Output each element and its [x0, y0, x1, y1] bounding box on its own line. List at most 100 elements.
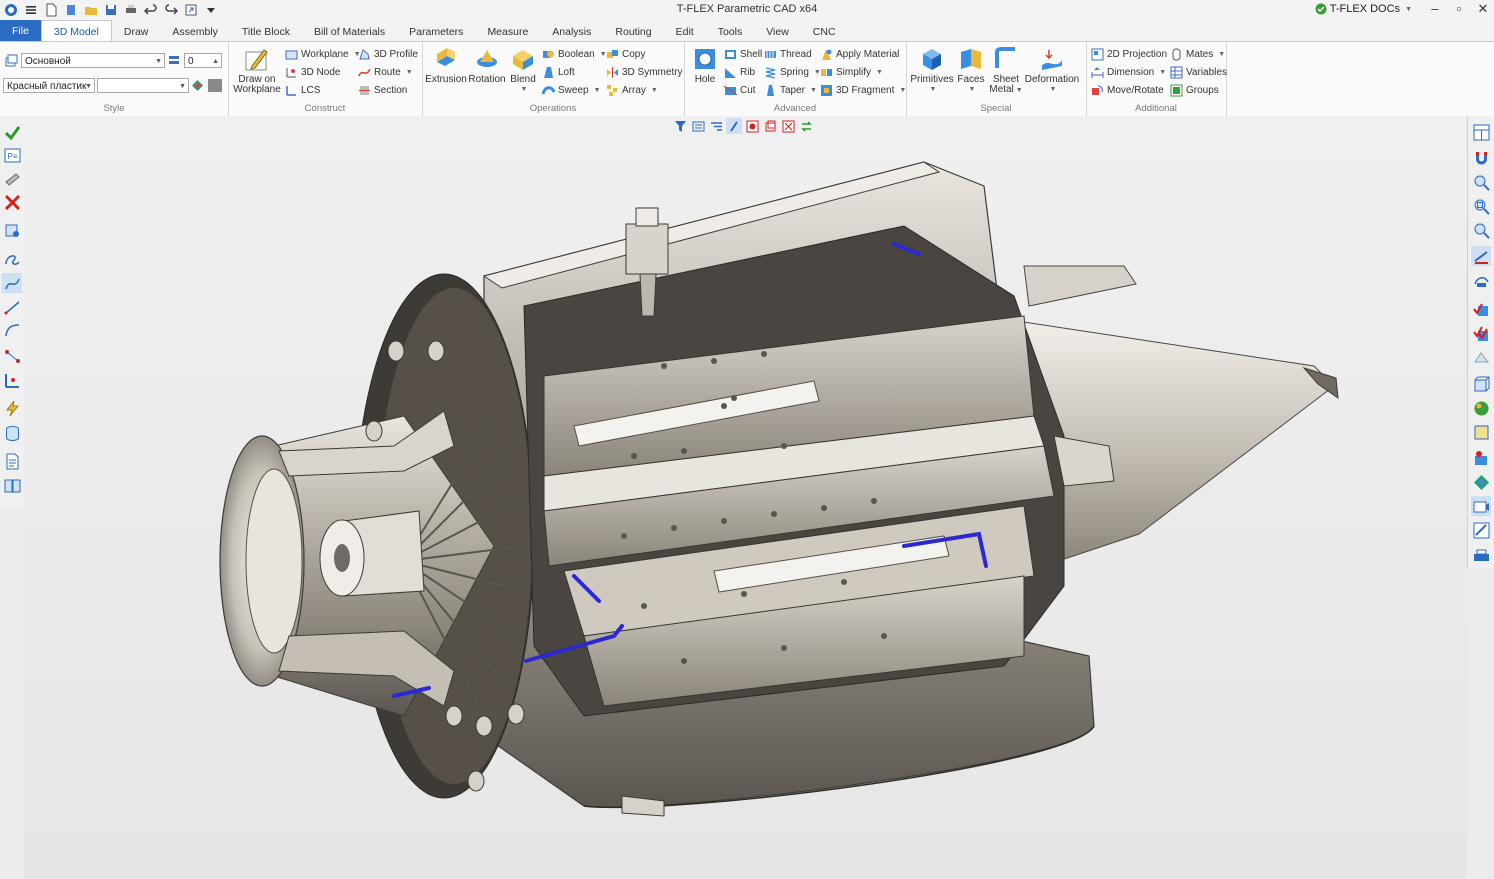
- zoom-window-button[interactable]: [1471, 172, 1491, 192]
- close-icon[interactable]: ✕: [1476, 1, 1490, 17]
- section-button[interactable]: Section: [358, 84, 407, 97]
- tab-routing[interactable]: Routing: [603, 21, 663, 41]
- taper-button[interactable]: Taper ▼: [764, 84, 817, 97]
- save-icon[interactable]: [102, 1, 120, 19]
- export-icon[interactable]: [182, 1, 200, 19]
- 3d-viewport[interactable]: [24, 116, 1467, 879]
- layer-combo[interactable]: Основной ▼: [21, 53, 165, 68]
- axis-tool-button[interactable]: [2, 370, 22, 390]
- line-tool-button[interactable]: [2, 297, 22, 317]
- hamburger-menu-icon[interactable]: [22, 1, 40, 19]
- 3d-symmetry-button[interactable]: 3D Symmetry: [606, 66, 683, 79]
- copy-button[interactable]: Copy: [606, 48, 645, 61]
- help-book-button[interactable]: [2, 475, 22, 495]
- cancel-button[interactable]: [2, 192, 22, 212]
- material-combo[interactable]: Красный пластик ▼: [3, 78, 95, 93]
- tab-edit[interactable]: Edit: [664, 21, 706, 41]
- blend-button[interactable]: Blend ▼: [508, 46, 538, 95]
- view-cube-button[interactable]: [1471, 374, 1491, 394]
- select-face-button[interactable]: [2, 220, 22, 240]
- tab-assembly[interactable]: Assembly: [160, 21, 230, 41]
- loft-button[interactable]: Loft: [542, 66, 575, 79]
- hole-button[interactable]: Hole: [690, 46, 720, 85]
- 3d-profile-button[interactable]: 3D Profile: [358, 48, 418, 61]
- tab-analysis[interactable]: Analysis: [540, 21, 603, 41]
- tab-bill-of-materials[interactable]: Bill of Materials: [302, 21, 397, 41]
- variables-button[interactable]: Variables: [1170, 66, 1227, 79]
- section-view-button[interactable]: [1471, 448, 1491, 468]
- tflex-docs-menu[interactable]: T-FLEX DOCs ▼: [1315, 3, 1412, 15]
- dimension-button[interactable]: Dimension ▼: [1091, 66, 1166, 79]
- route-button[interactable]: Route ▼: [358, 66, 413, 79]
- workplane-button[interactable]: Workplane ▼: [285, 48, 361, 61]
- tab-parameters[interactable]: Parameters: [397, 21, 475, 41]
- faces-button[interactable]: Faces ▼: [956, 46, 986, 95]
- array-button[interactable]: Array ▼: [606, 84, 658, 97]
- transparency-button[interactable]: [1471, 348, 1491, 368]
- parameters-button[interactable]: P≡: [2, 145, 22, 165]
- render-mode-button[interactable]: [1471, 398, 1491, 418]
- thread-button[interactable]: Thread: [764, 48, 812, 61]
- shading-button[interactable]: [1471, 422, 1491, 442]
- rib-button[interactable]: Rib: [724, 66, 755, 79]
- apply-material-button[interactable]: Apply Material: [820, 48, 899, 61]
- material-tool-button[interactable]: [2, 423, 22, 443]
- measure-view-button[interactable]: [1471, 520, 1491, 540]
- pick-tool-button[interactable]: [2, 168, 22, 188]
- snap-magnet-button[interactable]: [1471, 148, 1491, 168]
- show-hide-button[interactable]: [1471, 300, 1491, 320]
- spring-button[interactable]: Spring ▼: [764, 66, 821, 79]
- camera-button[interactable]: [1471, 496, 1491, 516]
- 3d-node-button[interactable]: 3D Node: [285, 66, 340, 79]
- printer-view-button[interactable]: [1471, 546, 1491, 566]
- mates-button[interactable]: Mates ▼: [1170, 48, 1225, 61]
- rotate-view-button[interactable]: [1471, 272, 1491, 292]
- color-combo[interactable]: ▼: [97, 78, 189, 93]
- lcs-button[interactable]: LCS: [285, 84, 320, 97]
- color-swatch[interactable]: [208, 79, 222, 92]
- level-spinner[interactable]: 0 ▲: [184, 53, 222, 68]
- extrusion-button[interactable]: Extrusion: [425, 46, 467, 85]
- quick-action-button[interactable]: [2, 398, 22, 418]
- tab-3d-model[interactable]: 3D Model: [40, 20, 112, 41]
- deformation-button[interactable]: Deformation ▼: [1024, 46, 1080, 95]
- arc-tool-button[interactable]: [2, 320, 22, 340]
- undo-icon[interactable]: [142, 1, 160, 19]
- tab-measure[interactable]: Measure: [475, 21, 540, 41]
- print-icon[interactable]: [122, 1, 140, 19]
- open-folder-icon[interactable]: [82, 1, 100, 19]
- sweep-button[interactable]: Sweep ▼: [542, 84, 601, 97]
- rotation-button[interactable]: Rotation: [467, 46, 507, 85]
- document-button[interactable]: [2, 451, 22, 471]
- materials-view-button[interactable]: [1471, 472, 1491, 492]
- new-model-icon[interactable]: [62, 1, 80, 19]
- ok-check-button[interactable]: [2, 122, 22, 142]
- primitives-button[interactable]: Primitives ▼: [910, 46, 954, 95]
- new-document-icon[interactable]: [42, 1, 60, 19]
- tab-file[interactable]: File: [0, 20, 41, 41]
- maximize-icon[interactable]: ▫: [1452, 1, 1466, 17]
- shell-button[interactable]: Shell: [724, 48, 762, 61]
- tab-title-block[interactable]: Title Block: [230, 21, 302, 41]
- app-logo-icon[interactable]: [2, 1, 20, 19]
- tab-cnc[interactable]: CNC: [801, 21, 848, 41]
- spline-tool-button[interactable]: [2, 273, 22, 293]
- color-palette-icon[interactable]: [191, 79, 204, 92]
- redo-icon[interactable]: [162, 1, 180, 19]
- 2d-projection-button[interactable]: 2D Projection: [1091, 48, 1167, 61]
- minimize-icon[interactable]: –: [1428, 1, 1442, 17]
- view-orientation-button[interactable]: [1471, 246, 1491, 266]
- sheet-metal-button[interactable]: Sheet Metal ▼: [989, 46, 1023, 96]
- move-rotate-button[interactable]: Move/Rotate: [1091, 84, 1164, 97]
- curve-tool-button[interactable]: [2, 248, 22, 268]
- tab-draw[interactable]: Draw: [112, 21, 161, 41]
- zoom-all-button[interactable]: [1471, 196, 1491, 216]
- groups-button[interactable]: Groups: [1170, 84, 1219, 97]
- boolean-button[interactable]: Boolean ▼: [542, 48, 607, 61]
- tab-view[interactable]: View: [754, 21, 801, 41]
- view-layout-button[interactable]: [1471, 122, 1491, 142]
- simplify-button[interactable]: Simplify ▼: [820, 66, 883, 79]
- draw-on-workplane-button[interactable]: Draw on Workplane: [232, 46, 282, 95]
- 3d-fragment-button[interactable]: 3D Fragment ▼: [820, 84, 906, 97]
- node-link-button[interactable]: [2, 346, 22, 366]
